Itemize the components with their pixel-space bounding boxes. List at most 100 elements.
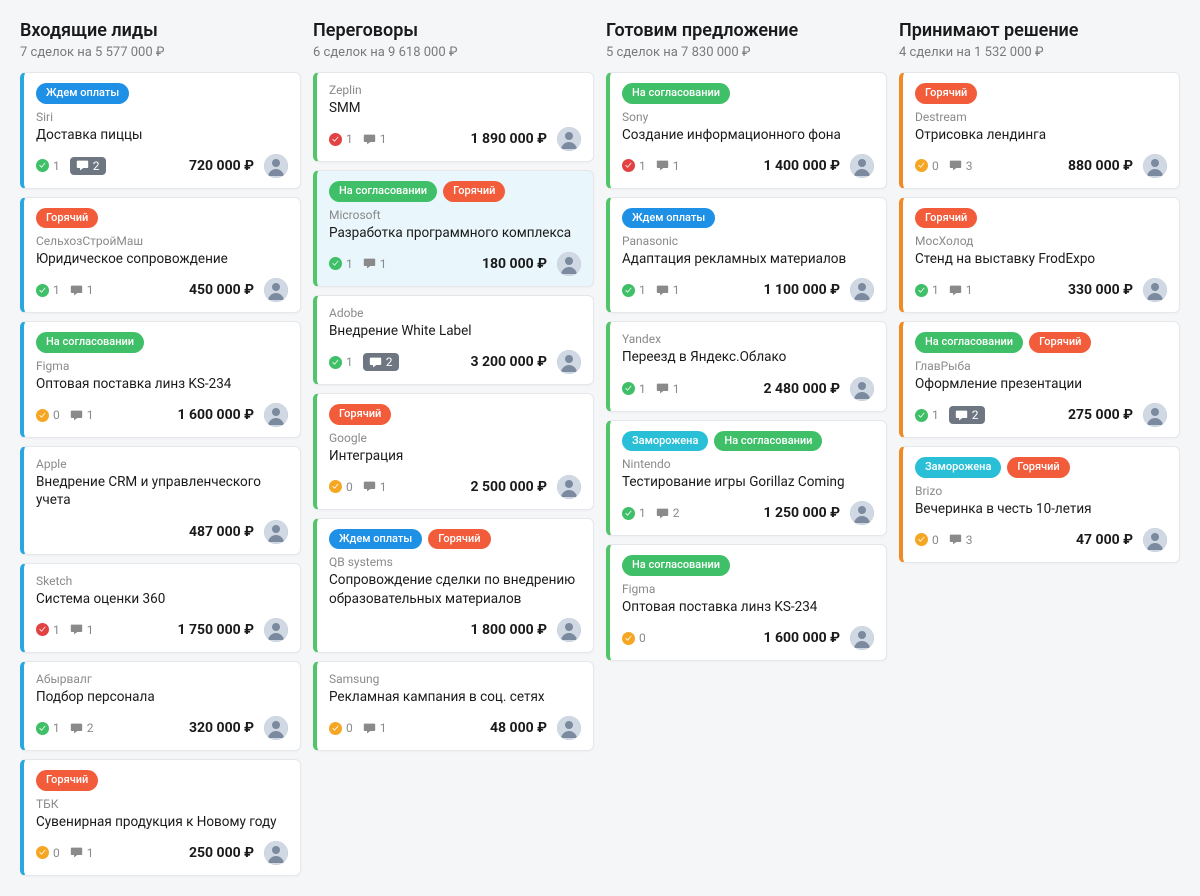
tag-row: На согласовании: [36, 332, 288, 353]
tasks-stat: 1: [329, 257, 353, 271]
deal-card[interactable]: Горячий Destream Отрисовка лендинга 03 8…: [899, 72, 1180, 189]
card-stats: 01: [329, 721, 387, 735]
tag-hot: Горячий: [1029, 332, 1091, 353]
assignee-avatar[interactable]: [557, 716, 581, 740]
deal-card[interactable]: Adobe Внедрение White Label 12 3 200 000…: [313, 295, 594, 385]
deal-card[interactable]: На согласовании Sony Создание информацио…: [606, 72, 887, 189]
company-name: Destream: [915, 110, 1167, 124]
tag-row: Ждем оплатыГорячий: [329, 529, 581, 550]
assignee-avatar[interactable]: [1143, 154, 1167, 178]
tasks-stat: 1: [915, 408, 939, 422]
assignee-avatar[interactable]: [264, 716, 288, 740]
card-stats: 12: [36, 721, 94, 735]
kanban-column[interactable]: Принимают решение 4 сделки на 1 532 000 …: [899, 20, 1180, 876]
deal-card[interactable]: Yandex Переезд в Яндекс.Облако 11 2 480 …: [606, 321, 887, 411]
assignee-avatar[interactable]: [557, 618, 581, 642]
assignee-avatar[interactable]: [1143, 403, 1167, 427]
card-footer: 12 1 250 000 ₽: [622, 501, 874, 525]
comment-icon: [656, 382, 669, 395]
comments-stat: 1: [70, 623, 94, 637]
card-stats: 01: [329, 480, 387, 494]
comment-icon: [76, 159, 89, 172]
tag-row: На согласованииГорячий: [915, 332, 1167, 353]
assignee-avatar[interactable]: [264, 403, 288, 427]
card-footer: 03 880 000 ₽: [915, 154, 1167, 178]
tag-row: Горячий: [36, 208, 288, 229]
deal-card[interactable]: Sketch Система оценки 360 11 1 750 000 ₽: [20, 563, 301, 653]
tag-wait_payment: Ждем оплаты: [36, 83, 129, 104]
assignee-avatar[interactable]: [1143, 278, 1167, 302]
deal-card[interactable]: На согласовании Figma Оптовая поставка л…: [606, 544, 887, 661]
deal-card[interactable]: Горячий ТБК Сувенирная продукция к Новом…: [20, 759, 301, 876]
kanban-board: Входящие лиды 7 сделок на 5 577 000 ₽ Жд…: [20, 20, 1180, 876]
deal-card[interactable]: Абырвалг Подбор персонала 12 320 000 ₽: [20, 661, 301, 751]
card-stats: 01: [36, 408, 94, 422]
comments-stat: 1: [363, 721, 387, 735]
assignee-avatar[interactable]: [557, 127, 581, 151]
comments-stat: 3: [949, 159, 973, 173]
column-header: Переговоры 6 сделок на 9 618 000 ₽: [313, 20, 594, 60]
assignee-avatar[interactable]: [850, 626, 874, 650]
deal-card[interactable]: На согласовании Figma Оптовая поставка л…: [20, 321, 301, 438]
deal-title: Внедрение White Label: [329, 322, 581, 340]
card-right: 275 000 ₽: [1068, 403, 1167, 427]
kanban-column[interactable]: Переговоры 6 сделок на 9 618 000 ₽ Zepli…: [313, 20, 594, 876]
check-circle-icon: [622, 507, 635, 520]
assignee-avatar[interactable]: [850, 501, 874, 525]
tasks-stat: 1: [36, 623, 60, 637]
assignee-avatar[interactable]: [264, 154, 288, 178]
assignee-avatar[interactable]: [557, 252, 581, 276]
assignee-avatar[interactable]: [557, 475, 581, 499]
comment-icon: [363, 722, 376, 735]
card-stats: 03: [915, 533, 973, 547]
assignee-avatar[interactable]: [264, 278, 288, 302]
comments-stat: 1: [70, 408, 94, 422]
deal-card[interactable]: Ждем оплатыГорячий QB systems Сопровожде…: [313, 518, 594, 653]
deal-card[interactable]: Samsung Рекламная кампания в соц. сетях …: [313, 661, 594, 751]
assignee-avatar[interactable]: [850, 377, 874, 401]
deal-card[interactable]: На согласованииГорячий Microsoft Разрабо…: [313, 170, 594, 287]
comment-icon: [656, 507, 669, 520]
column-title: Входящие лиды: [20, 20, 301, 41]
check-circle-icon: [36, 159, 49, 172]
deal-amount: 1 400 000 ₽: [763, 158, 840, 174]
deal-title: Система оценки 360: [36, 590, 288, 608]
deal-amount: 320 000 ₽: [189, 720, 254, 736]
deal-card[interactable]: Горячий Google Интеграция 01 2 500 000 ₽: [313, 393, 594, 510]
deal-title: Рекламная кампания в соц. сетях: [329, 688, 581, 706]
assignee-avatar[interactable]: [264, 841, 288, 865]
check-circle-icon: [329, 480, 342, 493]
assignee-avatar[interactable]: [850, 154, 874, 178]
tag-approval: На согласовании: [622, 83, 730, 104]
deal-title: Оптовая поставка линз KS-234: [622, 598, 874, 616]
kanban-column[interactable]: Входящие лиды 7 сделок на 5 577 000 ₽ Жд…: [20, 20, 301, 876]
deal-card[interactable]: Ждем оплаты Panasonic Адаптация рекламны…: [606, 197, 887, 314]
tasks-stat: 0: [915, 159, 939, 173]
assignee-avatar[interactable]: [264, 520, 288, 544]
comment-icon: [949, 284, 962, 297]
assignee-avatar[interactable]: [1143, 528, 1167, 552]
deal-card[interactable]: ЗамороженаНа согласовании Nintendo Тести…: [606, 420, 887, 537]
deal-card[interactable]: Ждем оплаты Siri Доставка пиццы 12 720 0…: [20, 72, 301, 189]
deal-card[interactable]: На согласованииГорячий ГлавРыба Оформлен…: [899, 321, 1180, 438]
card-right: 47 000 ₽: [1076, 528, 1167, 552]
assignee-avatar[interactable]: [850, 278, 874, 302]
card-stats: 01: [36, 846, 94, 860]
assignee-avatar[interactable]: [557, 350, 581, 374]
deal-card[interactable]: Горячий МосХолод Стенд на выставку FrodE…: [899, 197, 1180, 314]
comment-icon: [363, 257, 376, 270]
comments-stat: 1: [70, 846, 94, 860]
kanban-column[interactable]: Готовим предложение 5 сделок на 7 830 00…: [606, 20, 887, 876]
deal-card[interactable]: ЗамороженаГорячий Brizo Вечеринка в чест…: [899, 446, 1180, 563]
assignee-avatar[interactable]: [264, 618, 288, 642]
card-footer: 11 180 000 ₽: [329, 252, 581, 276]
deal-card[interactable]: Горячий СельхозСтройМаш Юридическое сопр…: [20, 197, 301, 314]
card-stats: 0: [622, 631, 646, 645]
card-right: 880 000 ₽: [1068, 154, 1167, 178]
deal-amount: 880 000 ₽: [1068, 158, 1133, 174]
deal-card[interactable]: Apple Внедрение CRM и управленческого уч…: [20, 446, 301, 554]
deal-title: SMM: [329, 99, 581, 117]
comment-icon: [949, 159, 962, 172]
deal-card[interactable]: Zeplin SMM 11 1 890 000 ₽: [313, 72, 594, 162]
check-circle-icon: [915, 409, 928, 422]
